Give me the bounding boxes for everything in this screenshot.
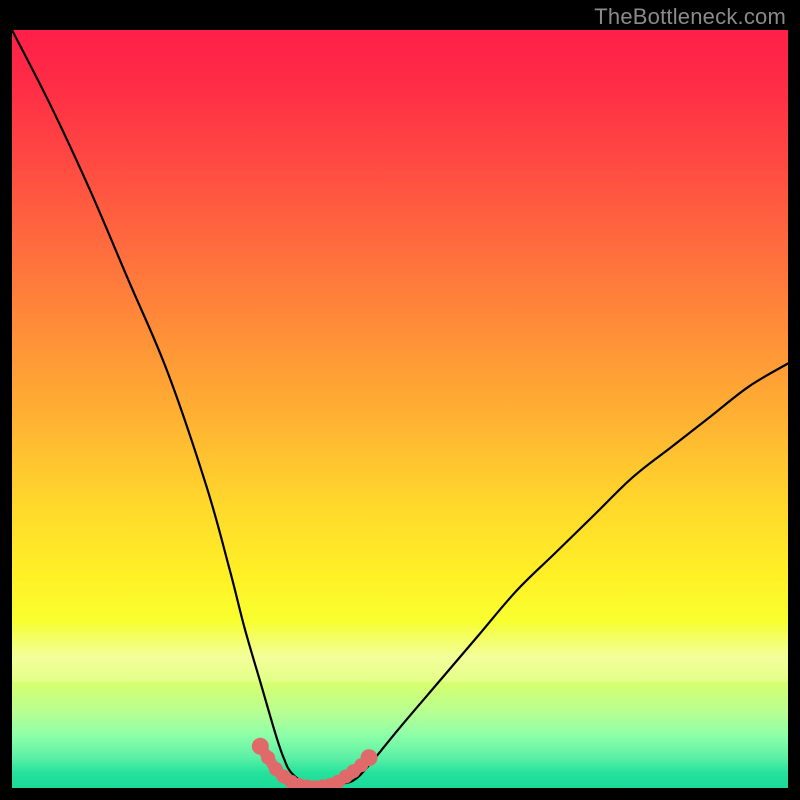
watermark-text: TheBottleneck.com <box>594 4 786 30</box>
curve-layer <box>12 30 788 788</box>
main-curve <box>12 30 788 788</box>
bottom-marker <box>252 738 378 788</box>
chart-stage: TheBottleneck.com <box>0 0 800 800</box>
plot-area <box>12 30 788 788</box>
